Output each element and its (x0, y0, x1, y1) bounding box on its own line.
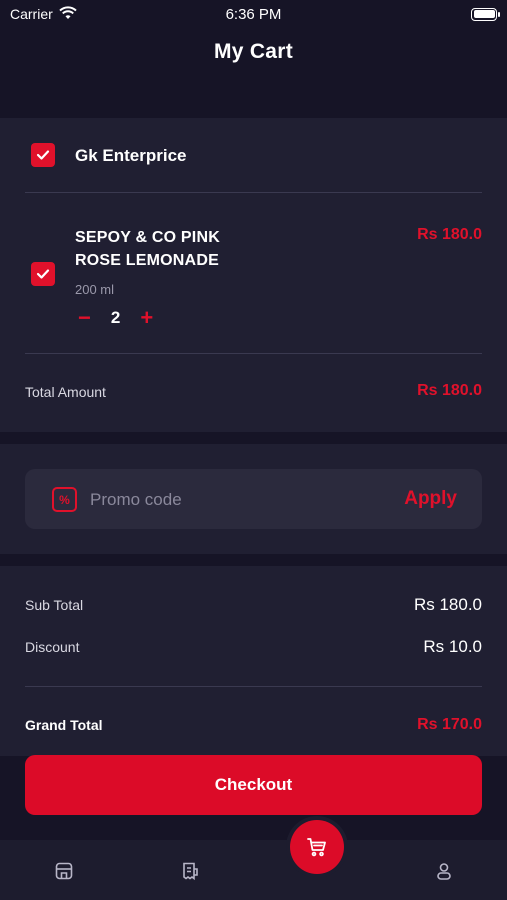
discount-row: Discount Rs 10.0 (25, 637, 482, 657)
page-title: My Cart (213, 40, 294, 63)
product-size: 200 ml (75, 282, 115, 297)
divider (25, 192, 482, 193)
check-icon (36, 150, 50, 160)
total-amount-label: Total Amount (25, 384, 106, 400)
store-card: Gk Enterprice SEPOY & CO PINK ROSE LEMON… (0, 118, 507, 432)
wifi-icon (59, 5, 77, 23)
battery-icon (471, 7, 500, 21)
subtotal-row: Sub Total Rs 180.0 (25, 595, 482, 615)
tab-bar (0, 840, 507, 900)
product-name-line2: ROSE LEMONADE (75, 252, 219, 269)
promo-card: % Apply (0, 444, 507, 554)
decrease-button[interactable]: − (78, 307, 91, 329)
carrier-group: Carrier (10, 5, 77, 23)
percent-icon: % (52, 487, 77, 512)
apply-button[interactable]: Apply (404, 488, 457, 510)
item-checkbox[interactable] (31, 262, 55, 286)
receipt-icon[interactable] (179, 860, 201, 882)
discount-label: Discount (25, 639, 80, 655)
check-icon (36, 269, 50, 279)
increase-button[interactable]: + (140, 307, 153, 329)
quantity-stepper: − 2 + (78, 307, 153, 329)
store-checkbox[interactable] (31, 143, 55, 167)
subtotal-label: Sub Total (25, 597, 84, 613)
status-bar: Carrier 6:36 PM (0, 0, 507, 28)
divider (25, 686, 482, 687)
grand-total-label: Grand Total (25, 717, 103, 733)
checkout-button[interactable]: Checkout (25, 755, 482, 815)
quantity-value: 2 (110, 308, 121, 327)
promo-code-input[interactable] (90, 487, 380, 513)
product-price: Rs 180.0 (417, 226, 482, 243)
summary-card: Sub Total Rs 180.0 Discount Rs 10.0 Gran… (0, 566, 507, 756)
cart-icon[interactable] (290, 820, 344, 874)
profile-icon[interactable] (433, 860, 455, 882)
grand-total-value: Rs 170.0 (417, 716, 482, 733)
subtotal-value: Rs 180.0 (413, 595, 482, 614)
total-amount-value: Rs 180.0 (417, 382, 482, 399)
discount-value: Rs 10.0 (423, 637, 482, 656)
product-name-line1: SEPOY & CO PINK (75, 229, 220, 246)
product-name: SEPOY & CO PINK ROSE LEMONADE (75, 226, 220, 272)
store-name: Gk Enterprice (75, 146, 187, 165)
promo-box: % Apply (25, 469, 482, 529)
grand-total-row: Grand Total Rs 170.0 (25, 716, 482, 734)
divider (25, 353, 482, 354)
carrier-label: Carrier (10, 6, 53, 22)
store-icon[interactable] (53, 860, 75, 882)
